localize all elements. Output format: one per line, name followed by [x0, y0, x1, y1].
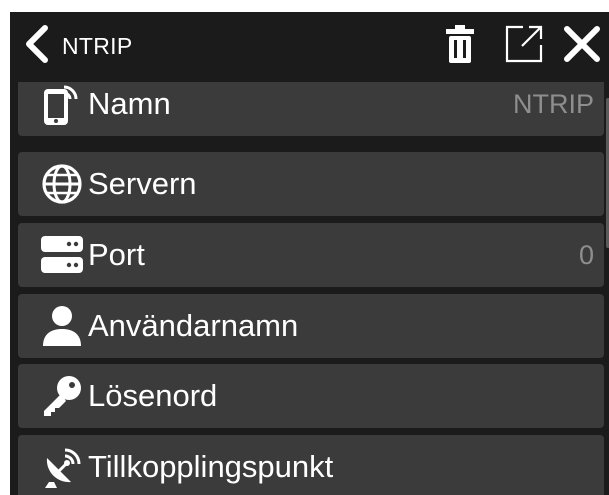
list-item-namn[interactable]: Namn NTRIP [18, 82, 604, 136]
list-item-tillkopplingspunkt[interactable]: Tillkopplingspunkt [18, 435, 604, 495]
open-external-icon [503, 23, 545, 70]
row-label: Användarnamn [88, 308, 299, 343]
list-item-anvandarnamn[interactable]: Användarnamn [18, 294, 604, 358]
close-button[interactable] [558, 12, 606, 80]
list-item-port[interactable]: Port 0 [18, 223, 604, 287]
globe-icon [30, 152, 94, 216]
user-icon [30, 294, 94, 358]
list-item-servern[interactable]: Servern [18, 152, 604, 216]
open-external-button[interactable] [498, 12, 550, 80]
row-label: Servern [88, 166, 197, 201]
trash-icon [445, 24, 475, 69]
row-value: NTRIP [513, 89, 594, 119]
delete-button[interactable] [438, 12, 482, 80]
row-label: Lösenord [88, 378, 218, 413]
row-label: Namn [88, 86, 171, 121]
satellite-dish-icon [30, 435, 94, 495]
key-icon [30, 364, 94, 428]
phone-broadcast-icon [30, 82, 94, 136]
chevron-left-icon [21, 24, 51, 68]
back-button[interactable] [10, 12, 62, 80]
settings-list: Namn NTRIP Servern Port 0 Användarnamn L… [18, 82, 604, 495]
header-bar: NTRIP [10, 12, 609, 80]
row-value: 0 [578, 240, 594, 270]
server-icon [30, 223, 94, 287]
row-label: Port [88, 237, 145, 272]
close-icon [562, 24, 602, 69]
list-item-losenord[interactable]: Lösenord [18, 364, 604, 428]
page-title: NTRIP [62, 33, 133, 59]
ntrip-settings-panel: NTRIP Namn NTRIP Servern Port 0 Användar… [10, 12, 609, 495]
row-label: Tillkopplingspunkt [88, 449, 334, 484]
